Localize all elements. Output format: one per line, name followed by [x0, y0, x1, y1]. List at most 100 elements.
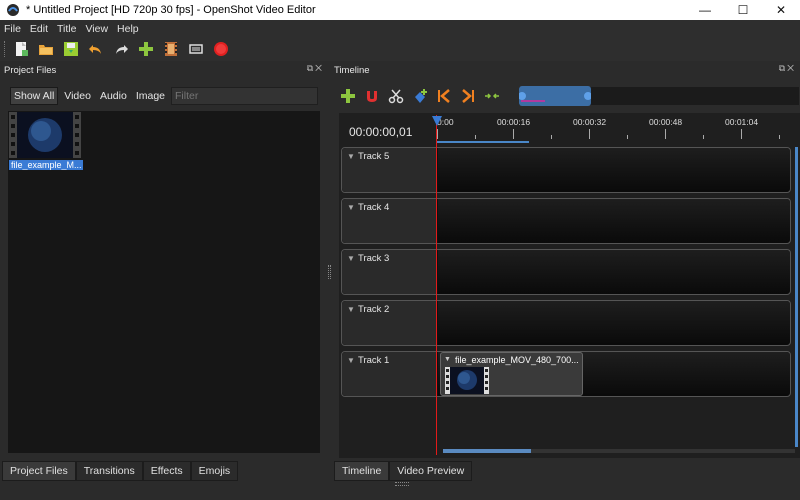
dock-buttons[interactable]: ⧉✕: [307, 63, 324, 74]
ruler-label: 00:00:48: [649, 117, 683, 127]
track-row[interactable]: ▼ Track 5: [341, 147, 791, 193]
timeline-toolbar: [339, 85, 507, 107]
track-name: Track 4: [358, 202, 390, 213]
timeline-panel: Timeline ⧉✕ 00:00:00,01 0:00 00:00:16 00…: [333, 61, 800, 461]
ruler-tick: [475, 135, 476, 139]
toolbar-grip: [4, 41, 6, 57]
horizontal-scrollbar[interactable]: [443, 449, 795, 453]
timeline-area[interactable]: 00:00:00,01 0:00 00:00:16 00:00:32 00:00…: [339, 113, 800, 458]
track-row[interactable]: ▼ Track 3: [341, 249, 791, 295]
filter-image-button[interactable]: Image: [133, 88, 168, 104]
file-item[interactable]: file_example_M...: [9, 112, 83, 170]
time-ruler[interactable]: 0:00 00:00:16 00:00:32 00:00:48 00:01:04: [437, 113, 797, 143]
tab-effects[interactable]: Effects: [142, 461, 191, 481]
redo-icon[interactable]: [112, 40, 130, 58]
track-lane[interactable]: [438, 250, 790, 294]
ruler-tick: [437, 129, 438, 139]
playhead-line[interactable]: [436, 115, 437, 455]
tab-timeline[interactable]: Timeline: [334, 461, 390, 481]
right-bottom-tabs: Timeline Video Preview: [334, 461, 473, 481]
filter-audio-button[interactable]: Audio: [97, 88, 130, 104]
clip-menu-icon[interactable]: ▼: [444, 356, 451, 363]
track-header[interactable]: ▼ Track 1: [342, 352, 437, 396]
track-row[interactable]: ▼ Track 4: [341, 198, 791, 244]
track-header[interactable]: ▼ Track 5: [342, 148, 437, 192]
previous-marker-icon[interactable]: [435, 87, 453, 105]
ruler-tick: [741, 129, 742, 139]
project-files-panel: Project Files ⧉✕ Show All Video Audio Im…: [0, 61, 330, 461]
window-title: * Untitled Project [HD 720p 30 fps] - Op…: [26, 4, 316, 16]
track-collapse-icon[interactable]: ▼: [347, 203, 355, 212]
track-collapse-icon[interactable]: ▼: [347, 305, 355, 314]
tab-emojis[interactable]: Emojis: [190, 461, 239, 481]
track-row[interactable]: ▼ Track 1 ▼ file_example_MOV_480_700...: [341, 351, 791, 397]
ruler-tick: [665, 129, 666, 139]
import-files-icon[interactable]: [137, 40, 155, 58]
menu-view[interactable]: View: [85, 23, 108, 35]
playhead-handle-icon[interactable]: [432, 116, 442, 126]
vertical-scrollbar[interactable]: [795, 147, 798, 447]
ruler-progress: [437, 141, 529, 143]
ruler-tick: [703, 135, 704, 139]
ruler-label: 00:00:16: [497, 117, 531, 127]
menu-edit[interactable]: Edit: [30, 23, 48, 35]
panel-splitter[interactable]: [328, 265, 331, 279]
timeline-header: Timeline ⧉✕: [334, 63, 798, 77]
export-video-icon[interactable]: [212, 40, 230, 58]
new-project-icon[interactable]: [12, 40, 30, 58]
track-collapse-icon[interactable]: ▼: [347, 152, 355, 161]
maximize-button[interactable]: ☐: [724, 0, 762, 20]
clip-title: file_example_MOV_480_700...: [455, 355, 579, 365]
track-header[interactable]: ▼ Track 3: [342, 250, 437, 294]
video-clip[interactable]: ▼ file_example_MOV_480_700...: [440, 352, 583, 396]
track-lane[interactable]: [438, 148, 790, 192]
track-lane[interactable]: [438, 301, 790, 345]
track-header[interactable]: ▼ Track 2: [342, 301, 437, 345]
track-collapse-icon[interactable]: ▼: [347, 254, 355, 263]
title-bar: * Untitled Project [HD 720p 30 fps] - Op…: [0, 0, 800, 20]
zoom-slider-handle[interactable]: [518, 86, 592, 106]
filter-video-button[interactable]: Video: [61, 88, 94, 104]
choose-profile-icon[interactable]: [162, 40, 180, 58]
scrollbar-thumb[interactable]: [443, 449, 531, 453]
tab-project-files[interactable]: Project Files: [2, 461, 76, 481]
track-header[interactable]: ▼ Track 4: [342, 199, 437, 243]
close-button[interactable]: ✕: [762, 0, 800, 20]
track-row[interactable]: ▼ Track 2: [341, 300, 791, 346]
open-project-icon[interactable]: [37, 40, 55, 58]
file-thumbnail: [9, 112, 81, 158]
left-bottom-tabs: Project Files Transitions Effects Emojis: [2, 461, 239, 481]
razor-icon[interactable]: [387, 87, 405, 105]
bottom-dock-grip[interactable]: [395, 482, 409, 486]
files-list[interactable]: file_example_M...: [8, 111, 320, 453]
file-label: file_example_M...: [9, 160, 83, 170]
next-marker-icon[interactable]: [459, 87, 477, 105]
timeline-dock-buttons[interactable]: ⧉✕: [779, 63, 796, 74]
minimize-button[interactable]: —: [686, 0, 724, 20]
filter-input[interactable]: [171, 87, 318, 105]
ruler-tick: [551, 135, 552, 139]
project-files-title: Project Files: [4, 64, 57, 76]
undo-icon[interactable]: [87, 40, 105, 58]
ruler-tick: [513, 129, 514, 139]
save-project-icon[interactable]: [62, 40, 80, 58]
center-timeline-icon[interactable]: [483, 87, 501, 105]
snapping-icon[interactable]: [363, 87, 381, 105]
filter-show-all-button[interactable]: Show All: [10, 87, 59, 105]
track-name: Track 3: [358, 253, 390, 264]
fullscreen-icon[interactable]: [187, 40, 205, 58]
add-marker-icon[interactable]: [411, 87, 429, 105]
track-name: Track 5: [358, 151, 390, 162]
track-lane[interactable]: [438, 199, 790, 243]
menu-help[interactable]: Help: [117, 23, 139, 35]
ruler-tick: [779, 135, 780, 139]
filter-bar: Show All Video Audio Image: [10, 86, 318, 106]
track-name: Track 2: [358, 304, 390, 315]
menu-title[interactable]: Title: [57, 23, 76, 35]
track-collapse-icon[interactable]: ▼: [347, 356, 355, 365]
timeline-title: Timeline: [334, 64, 370, 76]
menu-file[interactable]: File: [4, 23, 21, 35]
add-track-icon[interactable]: [339, 87, 357, 105]
tab-transitions[interactable]: Transitions: [75, 461, 143, 481]
tab-video-preview[interactable]: Video Preview: [389, 461, 473, 481]
